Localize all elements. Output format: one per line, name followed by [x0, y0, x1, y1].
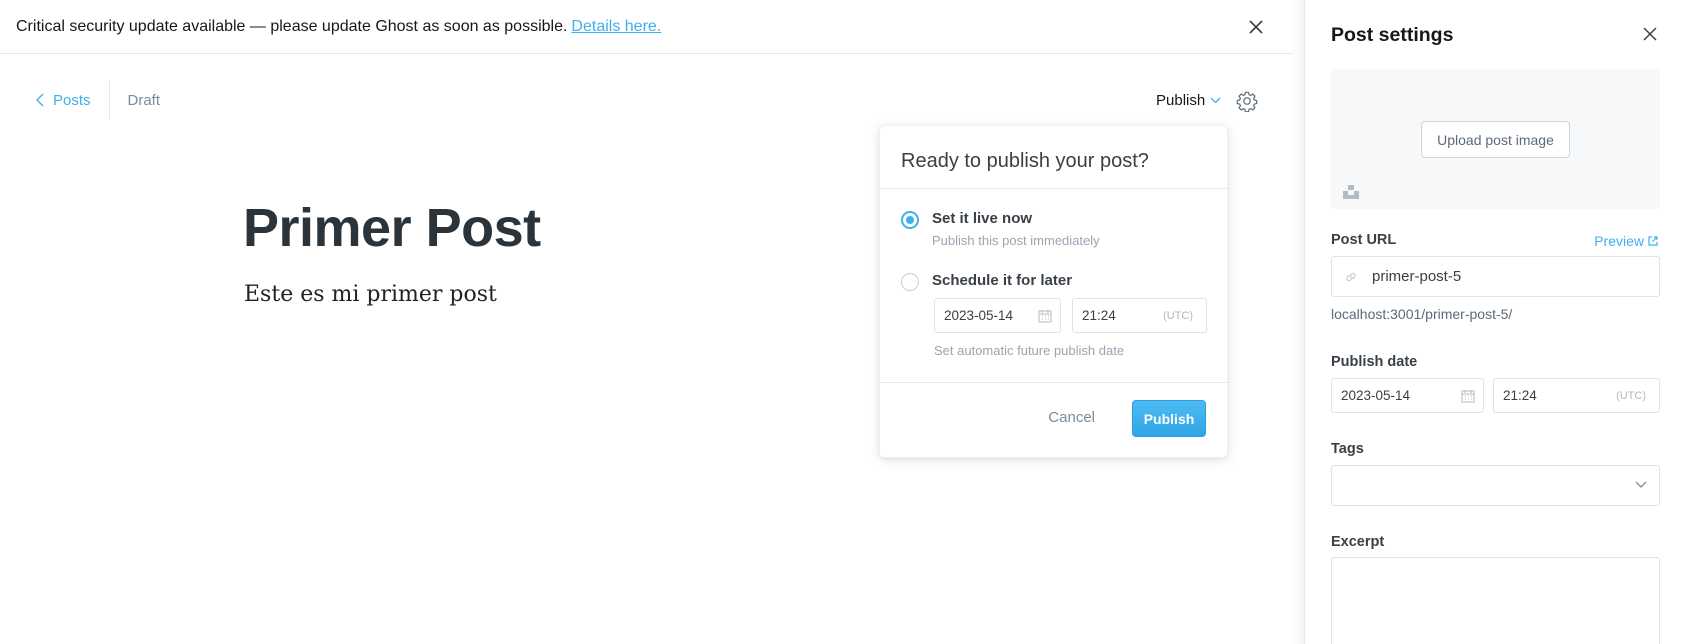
publish-dropdown: Ready to publish your post? Set it live … [879, 125, 1228, 458]
slug-value: primer-post-5 [1372, 268, 1462, 285]
settings-gear-icon[interactable] [1236, 90, 1258, 113]
breadcrumb-divider [108, 80, 110, 120]
close-icon[interactable] [1640, 24, 1660, 44]
timezone-label: (UTC) [1616, 389, 1646, 402]
option-label: Schedule it for later [932, 272, 1073, 289]
post-url-label: Post URL [1331, 232, 1397, 248]
publish-menu-trigger[interactable]: Publish [1156, 92, 1221, 109]
schedule-description: Set automatic future publish date [934, 343, 1125, 358]
post-status: Draft [127, 91, 161, 109]
preview-link[interactable]: Preview [1594, 233, 1658, 249]
editor-pane: Critical security update available — ple… [0, 0, 1293, 644]
schedule-inputs: 2023-05-14 21:24 (UTC) [934, 298, 1207, 333]
full-url: localhost:3001/primer-post-5/ [1331, 306, 1513, 322]
date-value: 2023-05-14 [1341, 388, 1411, 403]
schedule-radio[interactable] [901, 273, 919, 291]
breadcrumb: Posts Draft [36, 80, 160, 120]
publish-time-input[interactable]: 21:24 (UTC) [1493, 378, 1660, 413]
post-body[interactable]: Este es mi primer post [244, 282, 497, 307]
timezone-label: (UTC) [1163, 309, 1193, 322]
schedule-time-input[interactable]: 21:24 (UTC) [1072, 298, 1207, 333]
post-url-input[interactable]: primer-post-5 [1331, 256, 1660, 297]
chevron-down-icon [1635, 481, 1647, 488]
option-publish-now[interactable]: Set it live now Publish this post immedi… [901, 210, 1100, 248]
date-value: 2023-05-14 [944, 308, 1014, 323]
option-label: Set it live now [932, 210, 1033, 227]
panel-shadow [1293, 0, 1304, 644]
banner-message: Critical security update available — ple… [16, 17, 568, 35]
calendar-icon [1461, 389, 1475, 402]
post-image-uploader: Upload post image [1331, 69, 1660, 209]
settings-title: Post settings [1331, 24, 1454, 46]
security-banner: Critical security update available — ple… [0, 0, 1293, 54]
chevron-left-icon [36, 93, 44, 107]
post-settings-panel: Post settings Upload post image Post URL… [1304, 0, 1684, 644]
post-title[interactable]: Primer Post [243, 197, 541, 259]
publish-date-label: Publish date [1331, 354, 1418, 370]
publish-trigger-label: Publish [1156, 92, 1206, 109]
time-value: 21:24 [1503, 388, 1537, 403]
banner-details-link[interactable]: Details here. [571, 18, 661, 36]
calendar-icon [1038, 309, 1052, 322]
back-to-posts-link[interactable]: Posts [36, 80, 109, 120]
publish-footer: Cancel Publish [880, 382, 1227, 458]
upload-image-button[interactable]: Upload post image [1421, 121, 1570, 158]
tags-label: Tags [1331, 441, 1364, 457]
schedule-date-input[interactable]: 2023-05-14 [934, 298, 1061, 333]
publish-date-input[interactable]: 2023-05-14 [1331, 378, 1484, 413]
publish-now-radio[interactable] [901, 211, 919, 229]
tags-input[interactable] [1331, 465, 1660, 506]
cancel-button[interactable]: Cancel [1048, 409, 1095, 426]
time-value: 21:24 [1082, 308, 1116, 323]
unsplash-icon[interactable] [1343, 185, 1359, 199]
publish-button[interactable]: Publish [1132, 400, 1206, 437]
ghost-editor-app: Critical security update available — ple… [0, 0, 1684, 644]
option-schedule[interactable]: Schedule it for later [901, 272, 1072, 291]
option-description: Publish this post immediately [932, 233, 1100, 248]
chevron-down-icon [1210, 97, 1221, 104]
external-link-icon [1648, 236, 1658, 246]
preview-label: Preview [1594, 233, 1644, 249]
publish-heading: Ready to publish your post? [880, 126, 1227, 189]
back-label: Posts [53, 91, 91, 109]
banner-close-icon[interactable] [1245, 16, 1267, 38]
excerpt-label: Excerpt [1331, 534, 1385, 550]
link-icon [1346, 272, 1356, 281]
excerpt-textarea[interactable] [1331, 557, 1660, 644]
